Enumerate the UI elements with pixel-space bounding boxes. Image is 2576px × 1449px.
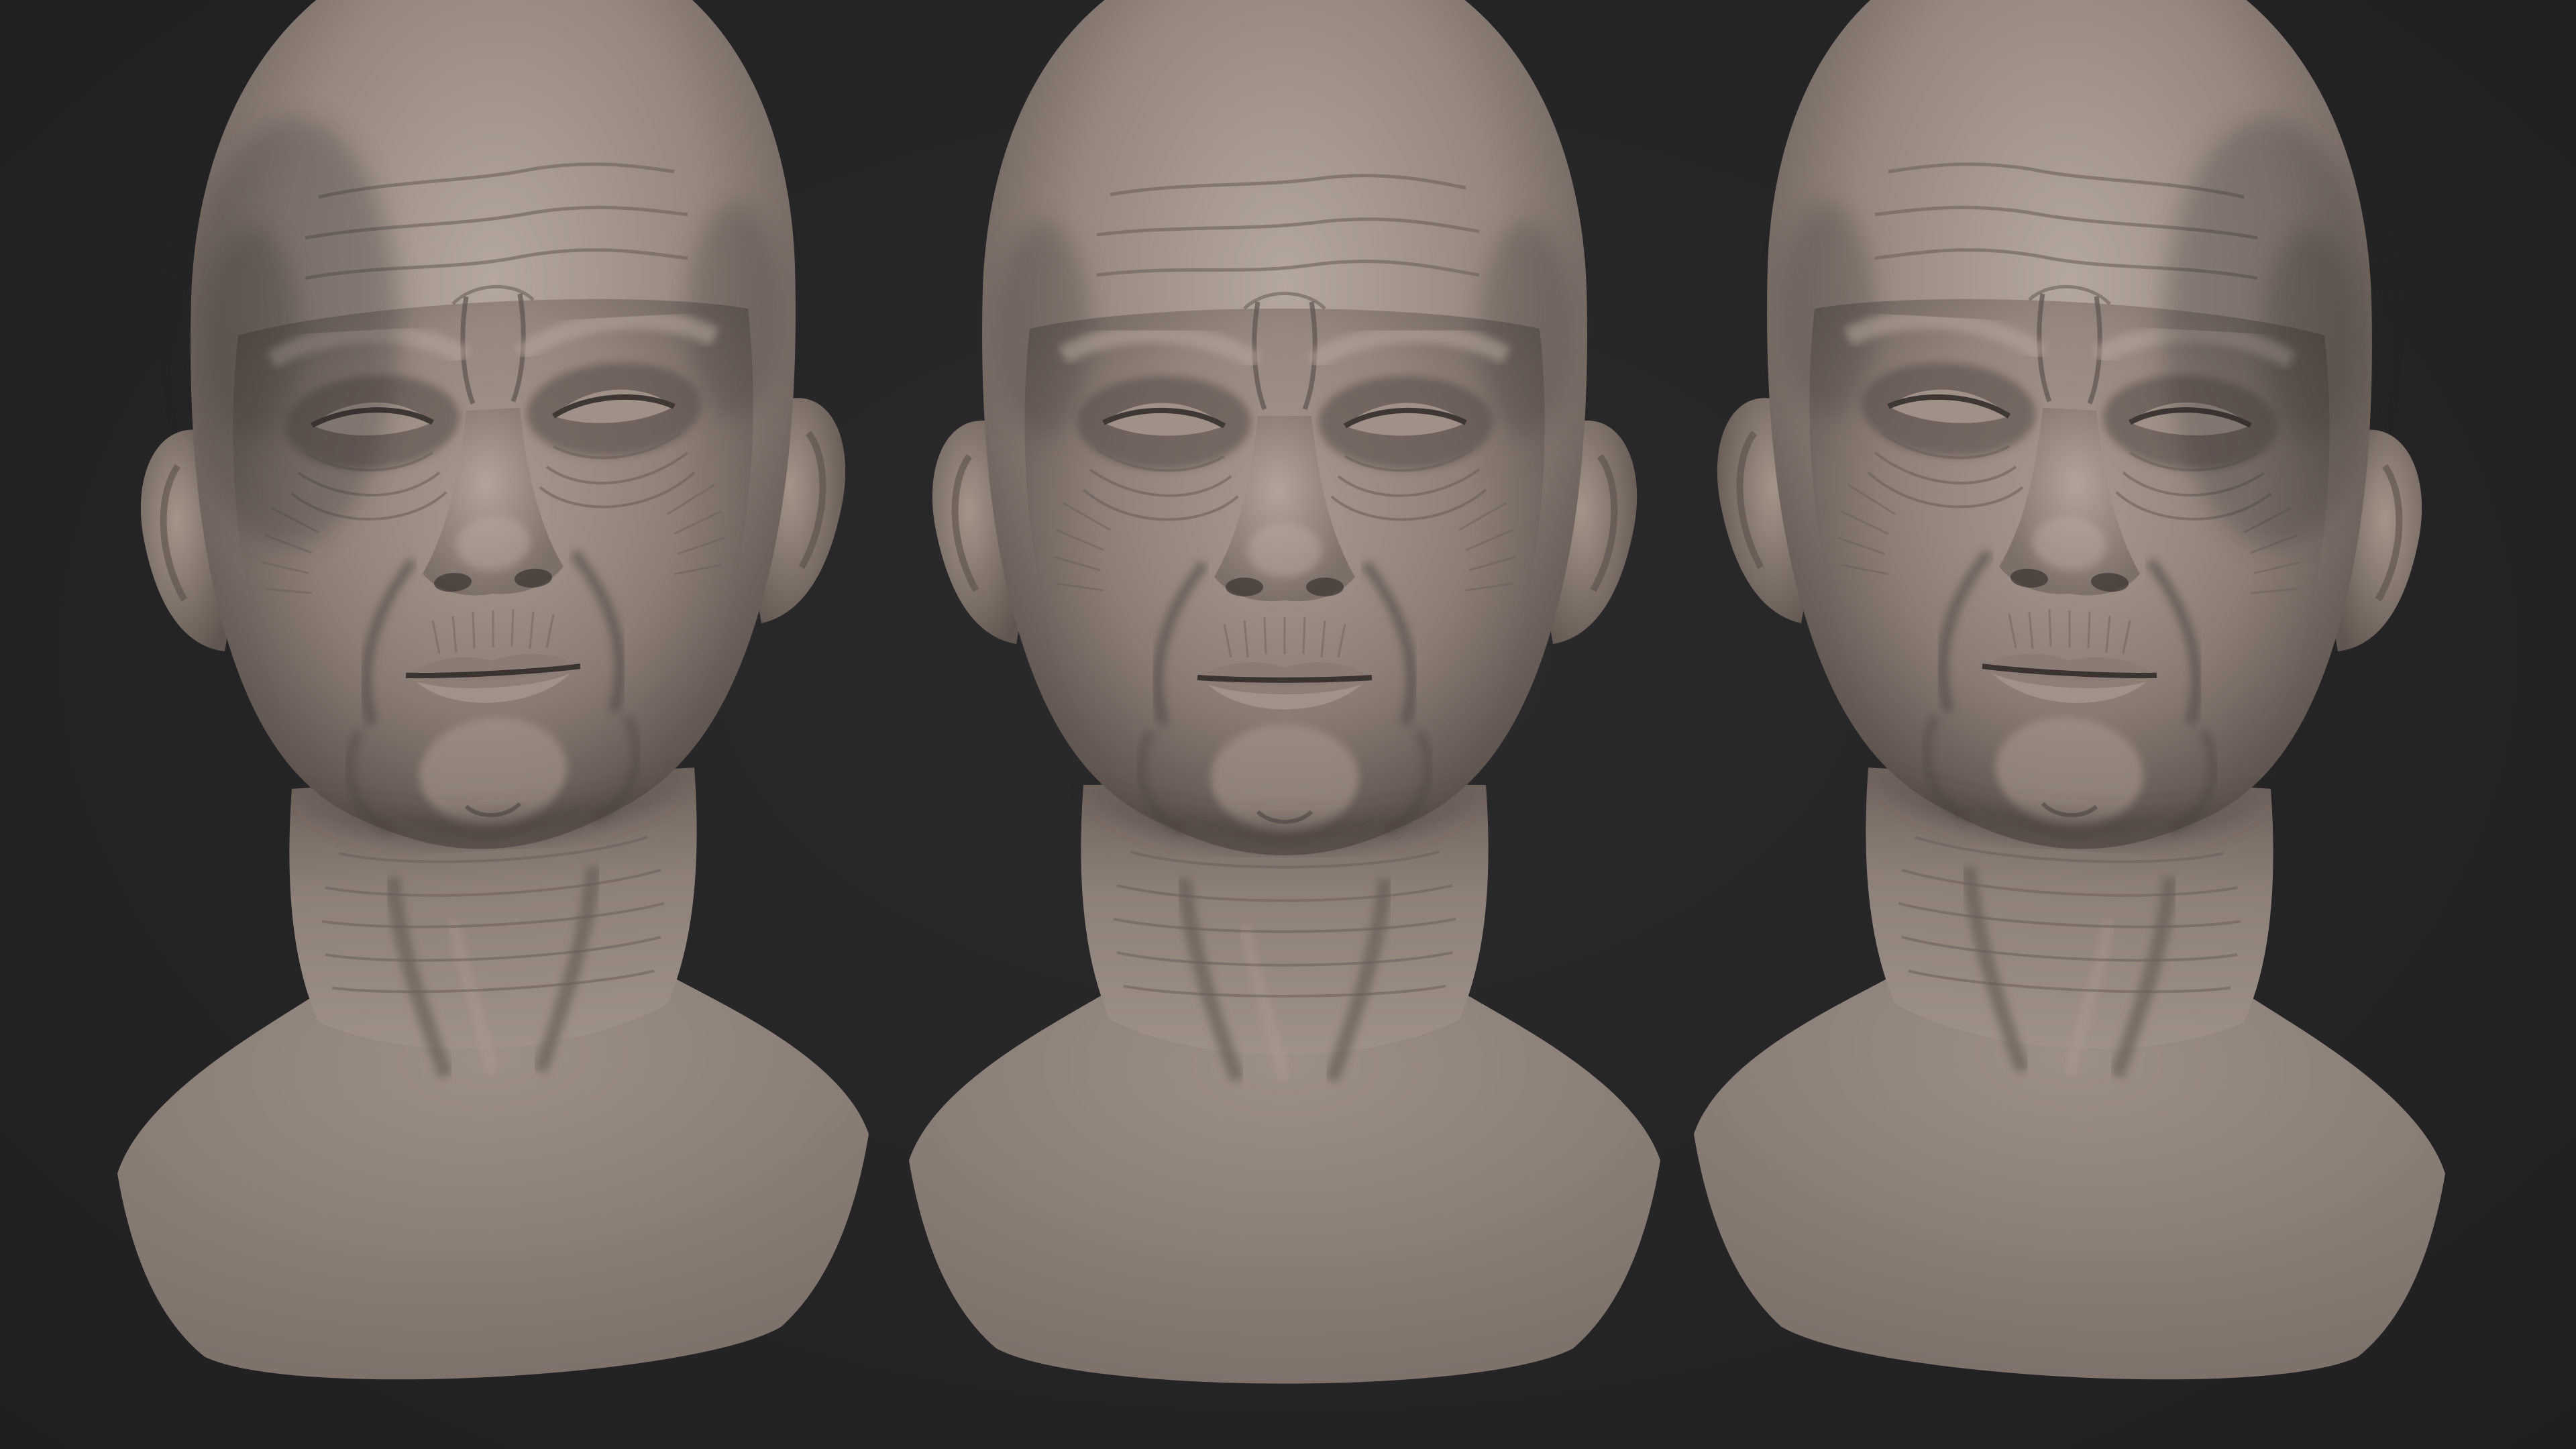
sculpt-scene: [0, 0, 2576, 1449]
render-viewport: [0, 0, 2576, 1449]
head-view-three-quarter-left: [117, 0, 869, 1397]
head-view-front: [909, 0, 1660, 1384]
head-view-three-quarter-right: [1694, 0, 2445, 1397]
